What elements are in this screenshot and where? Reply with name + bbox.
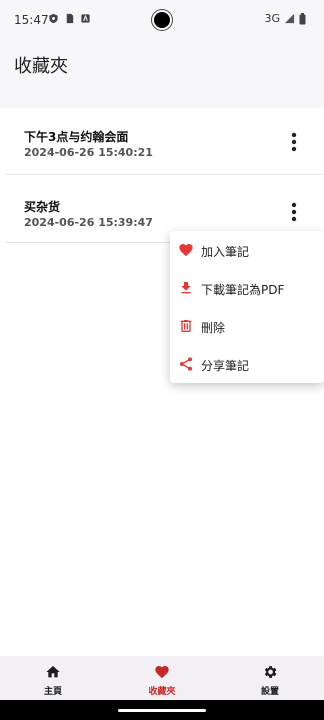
app-notification-icon [81, 14, 90, 23]
nav-item-home[interactable]: 主頁 [13, 656, 93, 700]
battery-icon [299, 12, 306, 24]
download-icon [181, 282, 191, 294]
bottom-navigation: 主頁 收藏夾 設置 [0, 656, 324, 700]
nav-label: 設置 [260, 687, 279, 697]
trash-icon [180, 320, 192, 332]
sim-card-icon [66, 13, 74, 24]
signal-icon [284, 13, 295, 24]
menu-item-label: 刪除 [201, 321, 226, 335]
note-date: 2024-06-26 15:40:21 [24, 146, 153, 159]
page-title: 收藏夾 [14, 56, 68, 77]
menu-item-download-pdf[interactable]: 下載筆記為PDF [170, 269, 324, 307]
nav-label: 主頁 [43, 687, 62, 697]
nav-item-favorites[interactable]: 收藏夾 [122, 656, 202, 700]
note-title: 下午3点与约翰会面 [24, 130, 129, 144]
system-navigation-bar [0, 700, 324, 720]
more-options-icon[interactable] [284, 130, 304, 154]
nav-label: 收藏夾 [148, 687, 176, 697]
home-icon [46, 666, 60, 678]
status-bar: 15:47 3G [0, 0, 324, 40]
heart-icon [155, 666, 169, 679]
shield-icon [49, 13, 58, 24]
status-time: 15:47 [14, 13, 49, 27]
status-notification-icons [48, 13, 91, 24]
menu-item-share[interactable]: 分享筆記 [170, 345, 324, 383]
note-context-menu: 加入筆記 下載筆記為PDF 刪除 分享筆記 [170, 231, 324, 383]
network-type: 3G [264, 12, 280, 25]
status-right: 3G [264, 12, 306, 25]
menu-item-delete[interactable]: 刪除 [170, 307, 324, 345]
home-gesture-handle[interactable] [118, 709, 206, 712]
menu-item-label: 下載筆記為PDF [201, 283, 285, 297]
menu-item-label: 分享筆記 [201, 359, 250, 373]
gear-icon [264, 666, 277, 678]
note-title: 买杂货 [24, 200, 61, 214]
heart-icon [179, 244, 193, 257]
nav-item-settings[interactable]: 設置 [230, 656, 310, 700]
menu-item-label: 加入筆記 [201, 245, 250, 259]
share-icon [180, 357, 192, 371]
more-options-icon[interactable] [284, 200, 304, 224]
menu-item-add-note[interactable]: 加入筆記 [170, 231, 324, 269]
app-bar: 收藏夾 [0, 40, 324, 88]
camera-cutout [152, 10, 172, 30]
note-date: 2024-06-26 15:39:47 [24, 216, 153, 229]
divider [6, 174, 324, 175]
